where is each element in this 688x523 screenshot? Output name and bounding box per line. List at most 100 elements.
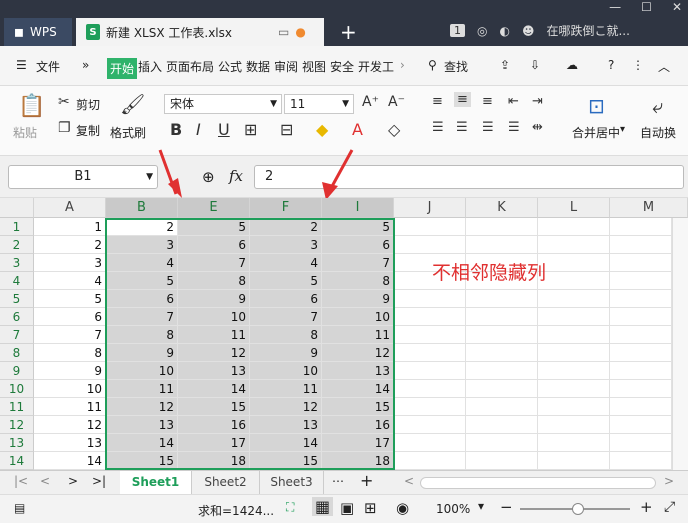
zoom-slider-thumb[interactable] (572, 503, 584, 515)
row-header[interactable]: 7 (0, 326, 34, 344)
table-cell[interactable]: 9 (322, 290, 394, 308)
last-sheet-icon[interactable]: >| (92, 474, 106, 488)
table-cell[interactable]: 4 (250, 254, 322, 272)
table-cell[interactable] (538, 272, 610, 290)
table-cell[interactable]: 3 (106, 236, 178, 254)
row-header[interactable]: 3 (0, 254, 34, 272)
horizontal-scrollbar[interactable] (420, 477, 656, 489)
table-cell[interactable] (394, 380, 466, 398)
select-all-corner[interactable] (0, 198, 34, 218)
table-cell[interactable]: 9 (34, 362, 106, 380)
table-cell[interactable]: 13 (322, 362, 394, 380)
table-cell[interactable]: 15 (322, 398, 394, 416)
table-cell[interactable] (394, 416, 466, 434)
hscroll-right-icon[interactable]: > (664, 474, 674, 488)
table-cell[interactable]: 8 (250, 326, 322, 344)
row-header[interactable]: 14 (0, 452, 34, 470)
table-cell[interactable] (610, 380, 672, 398)
table-cell[interactable]: 14 (34, 452, 106, 470)
row-header[interactable]: 11 (0, 398, 34, 416)
row-header[interactable]: 12 (0, 416, 34, 434)
table-cell[interactable]: 10 (178, 308, 250, 326)
table-cell[interactable] (538, 218, 610, 236)
table-cell[interactable] (610, 290, 672, 308)
focus-mode-icon[interactable]: ⛶ (286, 500, 294, 515)
column-header-e[interactable]: E (178, 198, 250, 218)
table-cell[interactable]: 15 (106, 452, 178, 470)
table-cell[interactable]: 14 (250, 434, 322, 452)
table-cell[interactable] (538, 380, 610, 398)
table-cell[interactable]: 14 (322, 380, 394, 398)
table-cell[interactable] (610, 452, 672, 470)
table-cell[interactable] (394, 434, 466, 452)
table-cell[interactable]: 13 (106, 416, 178, 434)
table-cell[interactable] (394, 344, 466, 362)
table-cell[interactable]: 9 (106, 344, 178, 362)
row-header[interactable]: 5 (0, 290, 34, 308)
table-cell[interactable]: 5 (34, 290, 106, 308)
column-header-l[interactable]: L (538, 198, 610, 218)
table-cell[interactable] (538, 344, 610, 362)
table-cell[interactable]: 12 (250, 398, 322, 416)
sheet-tab-3[interactable]: Sheet3 (260, 471, 324, 495)
table-cell[interactable]: 8 (106, 326, 178, 344)
table-cell[interactable]: 15 (250, 452, 322, 470)
table-cell[interactable]: 13 (178, 362, 250, 380)
table-cell[interactable]: 11 (106, 380, 178, 398)
table-cell[interactable] (394, 452, 466, 470)
table-cell[interactable] (466, 308, 538, 326)
table-cell[interactable]: 7 (250, 308, 322, 326)
table-cell[interactable] (610, 272, 672, 290)
column-header-j[interactable]: J (394, 198, 466, 218)
page-break-icon[interactable]: ⊞ (364, 499, 377, 517)
table-cell[interactable] (610, 308, 672, 326)
table-cell[interactable] (610, 326, 672, 344)
row-header[interactable]: 1 (0, 218, 34, 236)
table-cell[interactable]: 14 (106, 434, 178, 452)
table-cell[interactable]: 12 (178, 344, 250, 362)
table-cell[interactable]: 2 (250, 218, 322, 236)
table-cell[interactable]: 7 (106, 308, 178, 326)
zoom-dropdown-icon[interactable]: ▾ (478, 499, 484, 513)
next-sheet-icon[interactable]: > (68, 474, 78, 488)
table-cell[interactable] (610, 434, 672, 452)
zoom-out-icon[interactable]: − (500, 498, 513, 516)
table-cell[interactable]: 11 (34, 398, 106, 416)
table-cell[interactable]: 11 (322, 326, 394, 344)
row-header[interactable]: 10 (0, 380, 34, 398)
table-cell[interactable]: 5 (178, 218, 250, 236)
table-cell[interactable] (538, 398, 610, 416)
table-cell[interactable] (394, 398, 466, 416)
table-cell[interactable]: 16 (178, 416, 250, 434)
table-cell[interactable] (538, 236, 610, 254)
table-cell[interactable]: 2 (106, 218, 178, 236)
table-cell[interactable] (538, 326, 610, 344)
more-sheets-icon[interactable]: ⋯ (332, 474, 344, 488)
table-cell[interactable] (466, 326, 538, 344)
prev-sheet-icon[interactable]: < (40, 474, 50, 488)
table-cell[interactable] (394, 218, 466, 236)
table-cell[interactable]: 9 (250, 344, 322, 362)
table-cell[interactable] (394, 290, 466, 308)
sheet-tab-1[interactable]: Sheet1 (120, 471, 192, 495)
table-cell[interactable] (610, 218, 672, 236)
table-cell[interactable]: 10 (34, 380, 106, 398)
table-cell[interactable] (538, 452, 610, 470)
table-cell[interactable]: 13 (250, 416, 322, 434)
table-cell[interactable] (538, 434, 610, 452)
table-cell[interactable]: 1 (34, 218, 106, 236)
sum-readout[interactable]: 求和=1424... (198, 502, 274, 519)
table-cell[interactable]: 15 (178, 398, 250, 416)
table-cell[interactable]: 11 (250, 380, 322, 398)
table-cell[interactable]: 18 (178, 452, 250, 470)
vertical-scrollbar[interactable] (672, 218, 688, 470)
table-cell[interactable]: 10 (106, 362, 178, 380)
table-cell[interactable]: 2 (34, 236, 106, 254)
table-cell[interactable]: 7 (322, 254, 394, 272)
row-header[interactable]: 2 (0, 236, 34, 254)
row-header[interactable]: 4 (0, 272, 34, 290)
table-cell[interactable] (466, 344, 538, 362)
column-header-f[interactable]: F (250, 198, 322, 218)
table-cell[interactable]: 17 (322, 434, 394, 452)
table-cell[interactable]: 10 (250, 362, 322, 380)
